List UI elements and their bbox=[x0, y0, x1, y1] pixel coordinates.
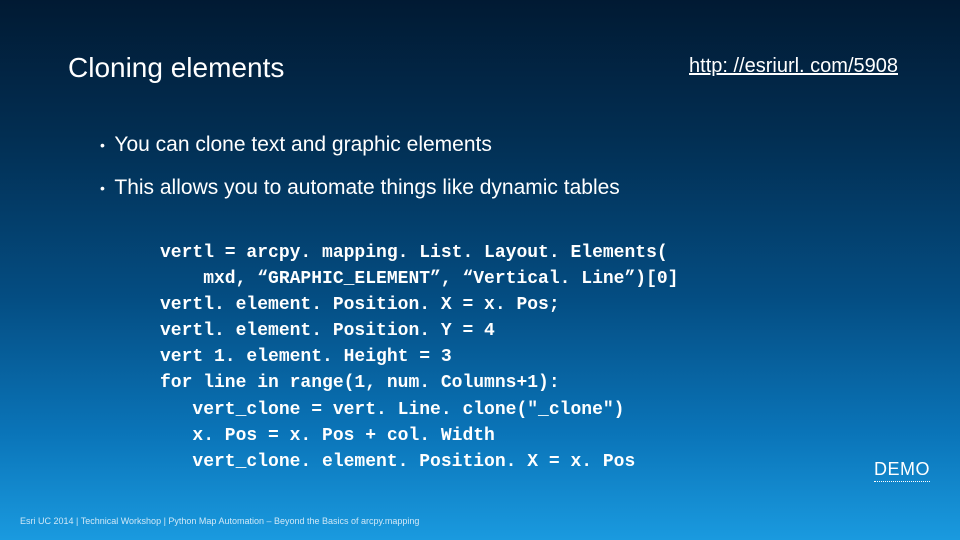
bullet-text: This allows you to automate things like … bbox=[114, 176, 619, 199]
bullet-item: • This allows you to automate things lik… bbox=[100, 173, 900, 202]
reference-url[interactable]: http: //esriurl. com/5908 bbox=[689, 55, 898, 78]
bullet-text: You can clone text and graphic elements bbox=[114, 133, 491, 156]
demo-link[interactable]: DEMO bbox=[874, 459, 930, 482]
bullet-dot-icon: • bbox=[100, 180, 105, 196]
code-snippet: vertl = arcpy. mapping. List. Layout. El… bbox=[160, 240, 678, 475]
bullet-list: • You can clone text and graphic element… bbox=[100, 130, 900, 217]
bullet-item: • You can clone text and graphic element… bbox=[100, 130, 900, 159]
footer-text: Esri UC 2014 | Technical Workshop | Pyth… bbox=[20, 516, 419, 526]
bullet-dot-icon: • bbox=[100, 137, 105, 153]
slide-title: Cloning elements bbox=[68, 52, 284, 84]
